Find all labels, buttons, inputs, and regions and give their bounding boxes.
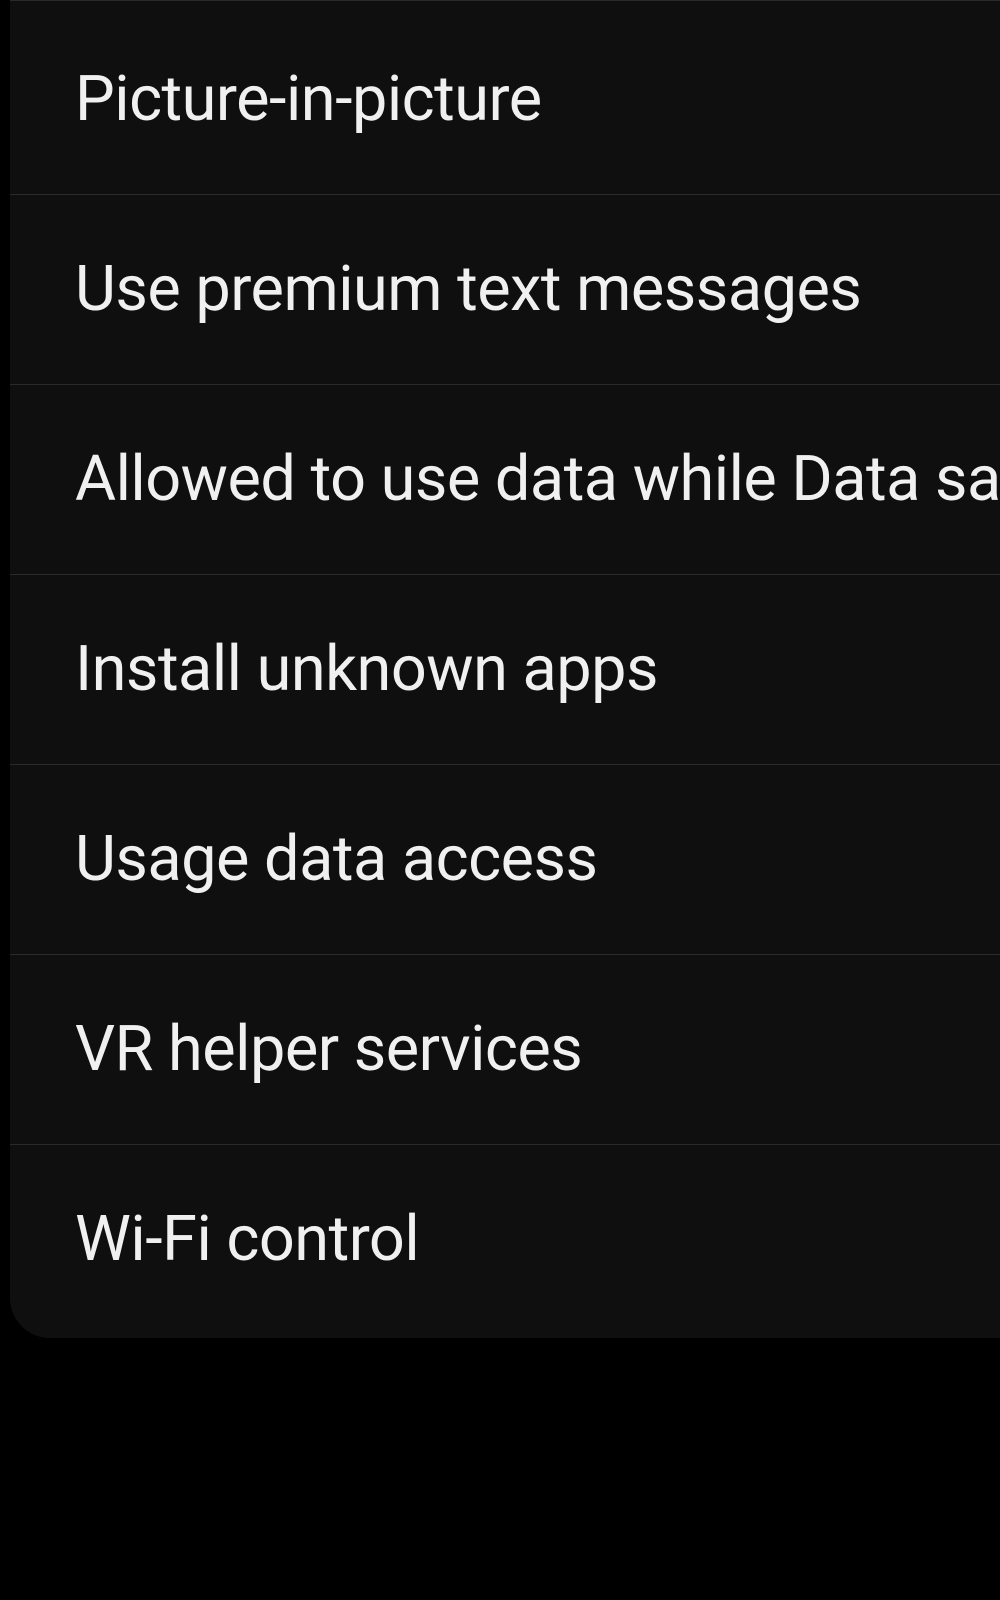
settings-item-wifi-control[interactable]: Wi-Fi control <box>10 1145 1000 1338</box>
settings-item-install-unknown[interactable]: Install unknown apps <box>10 575 1000 765</box>
settings-item-label: Allowed to use data while Data saver is … <box>75 443 1000 516</box>
settings-item-label: Usage data access <box>75 823 598 896</box>
settings-item-allowed-data[interactable]: Allowed to use data while Data saver is … <box>10 385 1000 575</box>
settings-item-label: VR helper services <box>75 1013 582 1086</box>
settings-item-usage-data[interactable]: Usage data access <box>10 765 1000 955</box>
settings-item-vr-helper[interactable]: VR helper services <box>10 955 1000 1145</box>
settings-item-label: Picture-in-picture <box>75 63 542 136</box>
settings-item-picture-in-picture[interactable]: Picture-in-picture <box>10 0 1000 195</box>
settings-list: Picture-in-picture Use premium text mess… <box>10 0 1000 1338</box>
settings-item-premium-text[interactable]: Use premium text messages <box>10 195 1000 385</box>
settings-item-label: Install unknown apps <box>75 633 658 706</box>
settings-item-label: Use premium text messages <box>75 253 861 326</box>
settings-item-label: Wi-Fi control <box>75 1203 419 1276</box>
